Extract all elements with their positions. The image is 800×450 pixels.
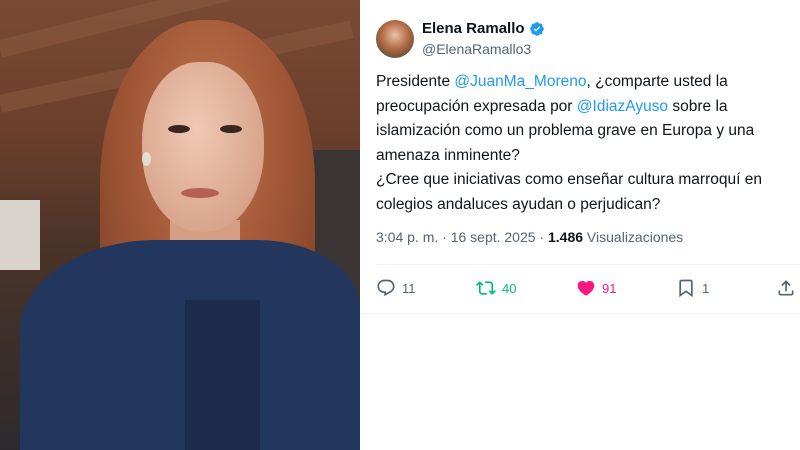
tweet-text: Presidente @JuanMa_Moreno, ¿comparte ust…: [376, 70, 791, 217]
timestamp[interactable]: 3:04 p. m. · 16 sept. 2025 ·: [376, 229, 548, 245]
mention-link[interactable]: @JuanMa_Moreno: [454, 73, 586, 90]
share-button[interactable]: [776, 278, 796, 298]
photo-earring: [142, 152, 151, 166]
views-label: Visualizaciones: [583, 229, 684, 245]
tweet-paragraph-2: ¿Cree que iniciativas como enseñar cultu…: [376, 171, 762, 213]
retweet-icon: [476, 281, 496, 295]
retweet-count: 40: [502, 280, 517, 296]
like-button[interactable]: 91: [576, 278, 616, 298]
reply-count: 11: [402, 280, 416, 296]
verified-badge-icon: [529, 21, 544, 36]
tweet-actions: 11 40 91 1: [376, 278, 796, 300]
profile-photo[interactable]: [0, 0, 360, 450]
like-heart-icon: [577, 280, 595, 296]
background-frame: [0, 200, 40, 270]
bookmark-button[interactable]: 1: [676, 278, 709, 298]
tweet-card: Elena Ramallo @ElenaRamallo3 Presidente …: [360, 0, 800, 450]
photo-eye: [168, 125, 190, 133]
author-handle[interactable]: @ElenaRamallo3: [422, 41, 531, 57]
divider: [360, 313, 800, 314]
text-segment: Presidente: [376, 73, 455, 90]
photo-face: [142, 62, 264, 232]
like-count: 91: [602, 280, 617, 296]
mention-link[interactable]: @IdiazAyuso: [577, 98, 668, 115]
bookmark-icon: [679, 279, 693, 298]
tweet-meta: 3:04 p. m. · 16 sept. 2025 · 1.486 Visua…: [376, 229, 683, 245]
author-name-row[interactable]: Elena Ramallo: [422, 20, 545, 37]
tweet-paragraph-1: Presidente @JuanMa_Moreno, ¿comparte ust…: [376, 70, 791, 168]
photo-lips: [181, 188, 219, 198]
divider: [376, 264, 800, 265]
author-name[interactable]: Elena Ramallo: [422, 20, 525, 37]
photo-eye: [220, 125, 242, 133]
bookmark-count: 1: [702, 280, 710, 296]
reply-button[interactable]: 11: [376, 278, 416, 298]
share-icon: [778, 280, 794, 296]
avatar[interactable]: [376, 20, 414, 58]
photo-blouse: [185, 300, 260, 450]
retweet-button[interactable]: 40: [476, 278, 516, 298]
reply-icon: [377, 279, 395, 297]
views-count: 1.486: [548, 229, 584, 245]
